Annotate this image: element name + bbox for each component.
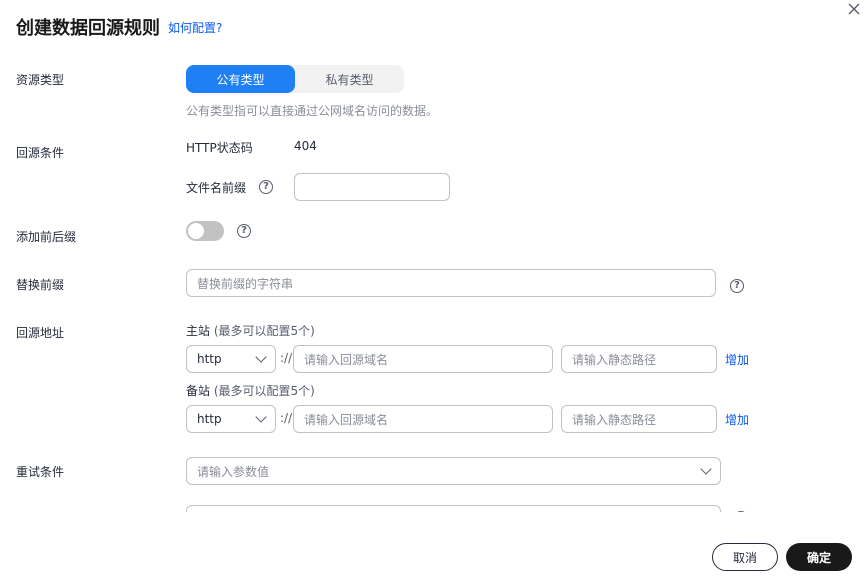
backup-protocol-select[interactable]: http [186, 405, 276, 433]
resource-type-segmented: 公有类型 私有类型 [186, 65, 404, 93]
protocol-separator: :// [280, 351, 293, 365]
dialog-title: 创建数据回源规则 [16, 18, 160, 39]
resource-type-hint: 公有类型指可以直接通过公网域名访问的数据。 [186, 104, 439, 118]
resource-type-private-option[interactable]: 私有类型 [295, 65, 404, 93]
source-address-label: 回源地址 [16, 326, 65, 340]
filename-prefix-help-icon[interactable]: ? [259, 180, 273, 194]
ok-button[interactable]: 确定 [786, 543, 852, 571]
replace-prefix-help-icon[interactable]: ? [730, 279, 744, 293]
chevron-down-icon [255, 411, 267, 423]
chevron-down-icon [255, 351, 267, 363]
retry-condition-label: 重试条件 [16, 465, 65, 479]
backup-add-link[interactable]: 增加 [725, 411, 749, 428]
filename-prefix-label: 文件名前缀 [186, 181, 247, 195]
primary-path-input[interactable]: 请输入静态路径 [561, 345, 717, 373]
close-icon[interactable] [847, 2, 861, 16]
retry-condition-select[interactable]: 请输入参数值 [186, 457, 721, 485]
http-status-label: HTTP状态码 [186, 141, 253, 155]
add-affix-help-icon[interactable]: ? [237, 224, 251, 238]
backup-site-label: 备站 (最多可以配置5个) [186, 384, 315, 398]
primary-domain-input[interactable]: 请输入回源域名 [293, 345, 553, 373]
filename-prefix-input[interactable] [294, 173, 450, 201]
source-condition-label: 回源条件 [16, 146, 65, 160]
primary-protocol-select[interactable]: http [186, 345, 276, 373]
backup-protocol-value: http [197, 412, 222, 426]
http-status-value: 404 [294, 139, 317, 153]
replace-prefix-label: 替换前缀 [16, 278, 65, 292]
how-to-configure-link[interactable]: 如何配置? [168, 19, 222, 36]
add-affix-label: 添加前后缀 [16, 230, 77, 244]
replace-prefix-input[interactable]: 替换前缀的字符串 [186, 269, 716, 297]
protocol-separator: :// [280, 411, 293, 425]
backup-path-input[interactable]: 请输入静态路径 [561, 405, 717, 433]
add-affix-toggle[interactable] [186, 221, 224, 241]
resource-type-label: 资源类型 [16, 73, 65, 87]
chevron-down-icon [700, 463, 712, 475]
retry-condition-placeholder: 请输入参数值 [197, 464, 270, 479]
toggle-knob [188, 223, 204, 239]
footer-area [0, 512, 866, 542]
primary-add-link[interactable]: 增加 [725, 351, 749, 368]
resource-type-public-option[interactable]: 公有类型 [186, 65, 295, 93]
backup-domain-input[interactable]: 请输入回源域名 [293, 405, 553, 433]
cancel-button[interactable]: 取消 [712, 543, 778, 571]
primary-site-label: 主站 (最多可以配置5个) [186, 324, 315, 338]
primary-protocol-value: http [197, 352, 222, 366]
